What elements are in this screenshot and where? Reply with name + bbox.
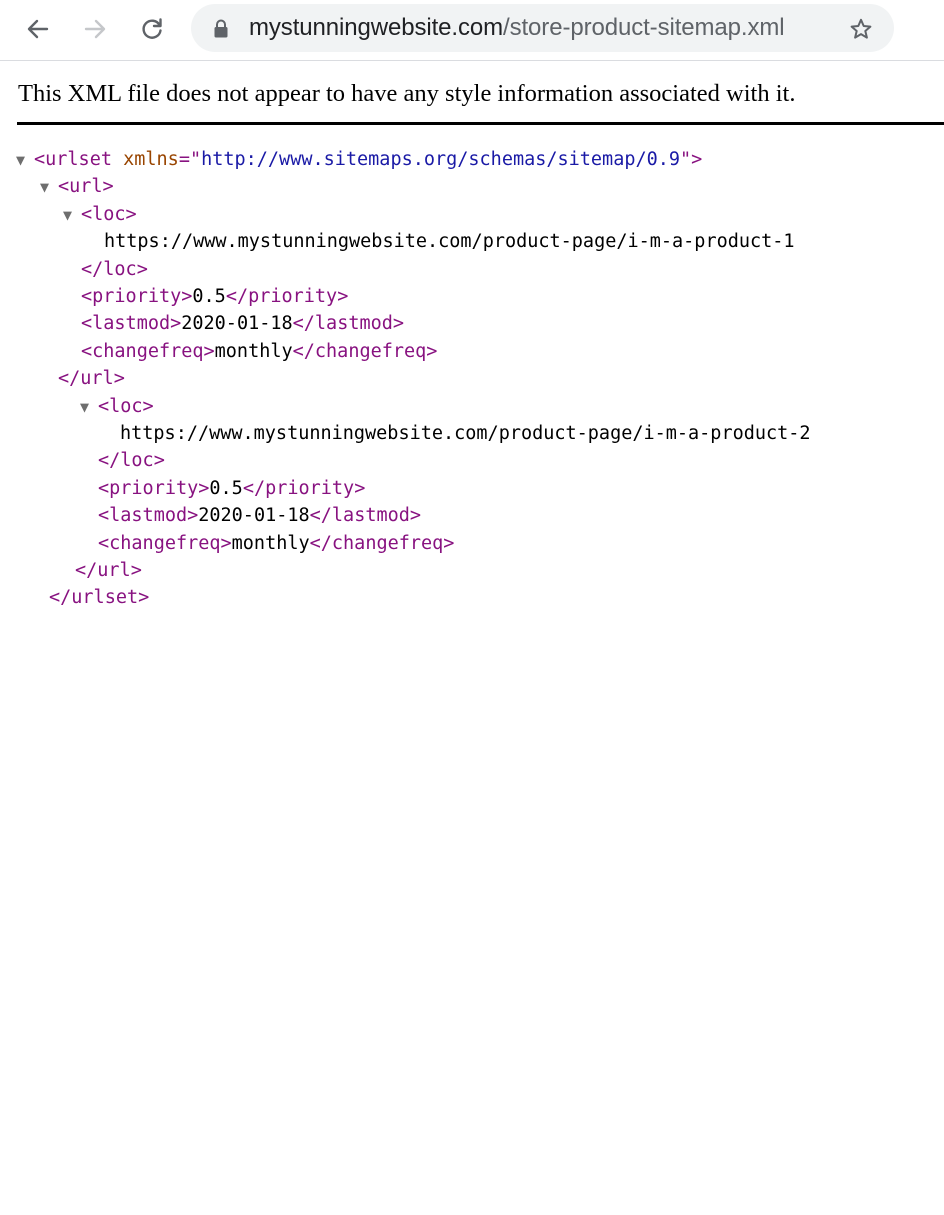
xmlns-attr-name: xmlns [123,149,179,170]
changefreq-close-tag: </changefreq> [309,532,455,554]
browser-toolbar: mystunningwebsite.com/store-product-site… [0,0,944,60]
xml-tree: ▼ <urlset xmlns="http://www.sitemaps.org/… [0,146,811,1215]
lock-icon[interactable] [213,19,229,39]
priority-close-tag: </priority> [242,477,366,499]
collapse-toggle-icon[interactable]: ▼ [80,394,98,421]
reload-button[interactable] [137,14,167,44]
changefreq-value: monthly [231,532,310,554]
lastmod-line: <lastmod>2020-01-18</lastmod> [98,502,421,529]
url-open-line: ▼ <url> [40,173,114,200]
loc-value: https://www.mystunningwebsite.com/produc… [120,423,811,444]
attr-close: "> [680,149,703,170]
changefreq-value: monthly [214,340,293,362]
lastmod-value: 2020-01-18 [198,505,310,527]
url-host: mystunningwebsite.com [249,14,504,41]
loc-close-tag: </loc> [98,450,165,472]
priority-line: <priority>0.5</priority> [98,475,365,502]
url-close-tag: </url> [75,560,142,581]
url-close-tag: </url> [58,368,125,390]
notice-text: This XML file does not appear to have an… [18,80,720,107]
toolbar-divider [0,60,944,61]
changefreq-open-tag: <changefreq> [98,532,232,554]
url-path: /store-product-sitemap.xml [503,14,785,41]
priority-value: 0.5 [209,477,243,499]
bookmark-star-icon[interactable] [849,17,873,41]
priority-value: 0.5 [192,286,226,307]
collapse-toggle-icon[interactable]: ▼ [40,174,58,201]
url-open-tag: <url> [58,176,114,198]
urlset-close-tag: </urlset> [49,587,150,609]
loc-close-line: </loc> [98,447,165,474]
loc-close-line: </loc> [81,256,148,283]
lastmod-open-tag: <lastmod> [98,505,199,527]
loc-value-line: https://www.mystunningwebsite.com/produc… [104,228,795,255]
urlset-close-line: </urlset> [49,584,149,611]
url-close-line: </url> [58,365,125,392]
lastmod-open-tag: <lastmod> [81,313,182,335]
urlset-open-line: ▼ <urlset xmlns="http://www.sitemaps.org/… [16,146,702,173]
lastmod-close-tag: </lastmod> [309,505,422,527]
notice-divider [17,122,944,125]
loc-open-tag: <loc> [98,395,154,417]
reload-icon [142,18,162,39]
priority-close-tag: </priority> [225,286,349,307]
back-button[interactable] [23,14,53,44]
loc-value: https://www.mystunningwebsite.com/produc… [104,231,795,253]
arrow-right-icon [84,19,106,39]
changefreq-open-tag: <changefreq> [81,340,215,362]
changefreq-line: <changefreq>monthly</changefreq> [81,338,437,365]
priority-line: <priority>0.5</priority> [81,283,348,310]
urlset-open-tag: <urlset [34,149,112,170]
address-bar[interactable]: mystunningwebsite.com/store-product-site… [191,4,894,52]
lastmod-close-tag: </lastmod> [292,313,405,335]
changefreq-line: <changefreq>monthly</changefreq> [98,530,454,557]
loc-open-tag: <loc> [81,203,137,225]
collapse-toggle-icon[interactable]: ▼ [16,147,34,174]
changefreq-close-tag: </changefreq> [292,340,438,362]
url-text[interactable]: mystunningwebsite.com/store-product-site… [249,4,785,52]
notice-text-tail: with it. [726,80,796,107]
loc-open-line: ▼ <loc> [80,393,154,420]
xml-style-notice: This XML file does not appear to have an… [18,80,795,108]
xmlns-attr-value: http://www.sitemaps.org/schemas/sitemap/… [201,149,681,170]
priority-open-tag: <priority> [81,286,193,307]
priority-open-tag: <priority> [98,477,210,499]
loc-close-tag: </loc> [81,258,148,280]
lastmod-value: 2020-01-18 [181,313,293,335]
loc-value-line: https://www.mystunningwebsite.com/produc… [120,420,811,447]
collapse-toggle-icon[interactable]: ▼ [63,202,81,229]
forward-button[interactable] [80,14,110,44]
arrow-left-icon [27,19,49,39]
loc-open-line: ▼ <loc> [63,201,137,228]
lastmod-line: <lastmod>2020-01-18</lastmod> [81,310,404,337]
url-close-line: </url> [75,557,142,584]
attr-equals: =" [178,149,202,170]
